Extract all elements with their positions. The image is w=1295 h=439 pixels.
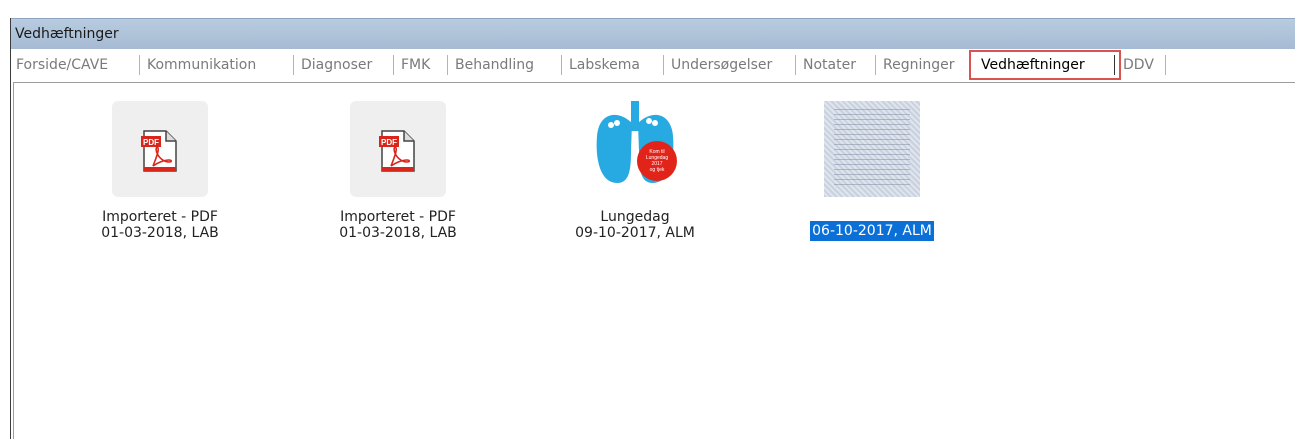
svg-text:PDF: PDF [143,138,159,147]
attachment-thumbnail: PDF [350,101,446,197]
lungs-icon: Kom til Lungedag 2017 og tjek [596,101,677,183]
tab-bar: Forside/CAVE Kommunikation Diagnoser FMK… [11,49,1295,81]
attachment-meta: 06-10-2017, ALM [809,220,935,242]
tab-separator [875,55,876,75]
tab-behandling[interactable]: Behandling [455,57,534,73]
tab-regninger[interactable]: Regninger [883,57,955,73]
window-titlebar: Vedhæftninger [11,18,1295,49]
attachment-meta: 01-03-2018, LAB [101,225,219,241]
attachment-meta: 01-03-2018, LAB [339,225,457,241]
tab-separator [393,55,394,75]
tab-kommunikation[interactable]: Kommunikation [147,57,256,73]
tab-separator [293,55,294,75]
tab-diagnoser[interactable]: Diagnoser [301,57,372,73]
attachment-thumbnail: Kom til Lungedag 2017 og tjek [587,101,683,197]
tab-separator [447,55,448,75]
tab-fmk[interactable]: FMK [401,57,430,73]
tab-undersogelser[interactable]: Undersøgelser [671,57,772,73]
attachments-list: PDF Importeret - PDF 01-03-2018, LAB PDF [13,82,1295,439]
tab-labskema[interactable]: Labskema [569,57,640,73]
tab-forside-cave[interactable]: Forside/CAVE [16,57,108,73]
attachment-item[interactable]: Kom til Lungedag 2017 og tjek Lungedag 0… [545,101,725,241]
pdf-icon: PDF [141,130,177,172]
attachment-item[interactable]: PDF Importeret - PDF 01-03-2018, LAB [70,101,250,241]
active-tab-highlight [969,50,1121,80]
tab-separator [1165,55,1166,75]
pdf-icon: PDF [379,130,415,172]
svg-text:PDF: PDF [381,138,397,147]
tab-separator [795,55,796,75]
attachment-meta: 09-10-2017, ALM [575,225,695,241]
attachment-name: Importeret - PDF [102,209,218,225]
scanned-document-icon [824,101,920,197]
window-title: Vedhæftninger [15,26,119,42]
attachments-window: Vedhæftninger Forside/CAVE Kommunikation… [10,18,1295,439]
svg-text:og tjek: og tjek [650,167,665,173]
tab-separator [663,55,664,75]
attachment-thumbnail: PDF [112,101,208,197]
attachment-item[interactable]: PDF Importeret - PDF 01-03-2018, LAB [308,101,488,241]
tab-separator [139,55,140,75]
tab-notater[interactable]: Notater [803,57,856,73]
attachment-name: Lungedag [600,209,670,225]
attachment-name: Importeret - PDF [340,209,456,225]
attachment-item-selected[interactable]: 06-10-2017, ALM [782,101,962,242]
tab-separator [561,55,562,75]
tab-ddv[interactable]: DDV [1123,57,1154,73]
